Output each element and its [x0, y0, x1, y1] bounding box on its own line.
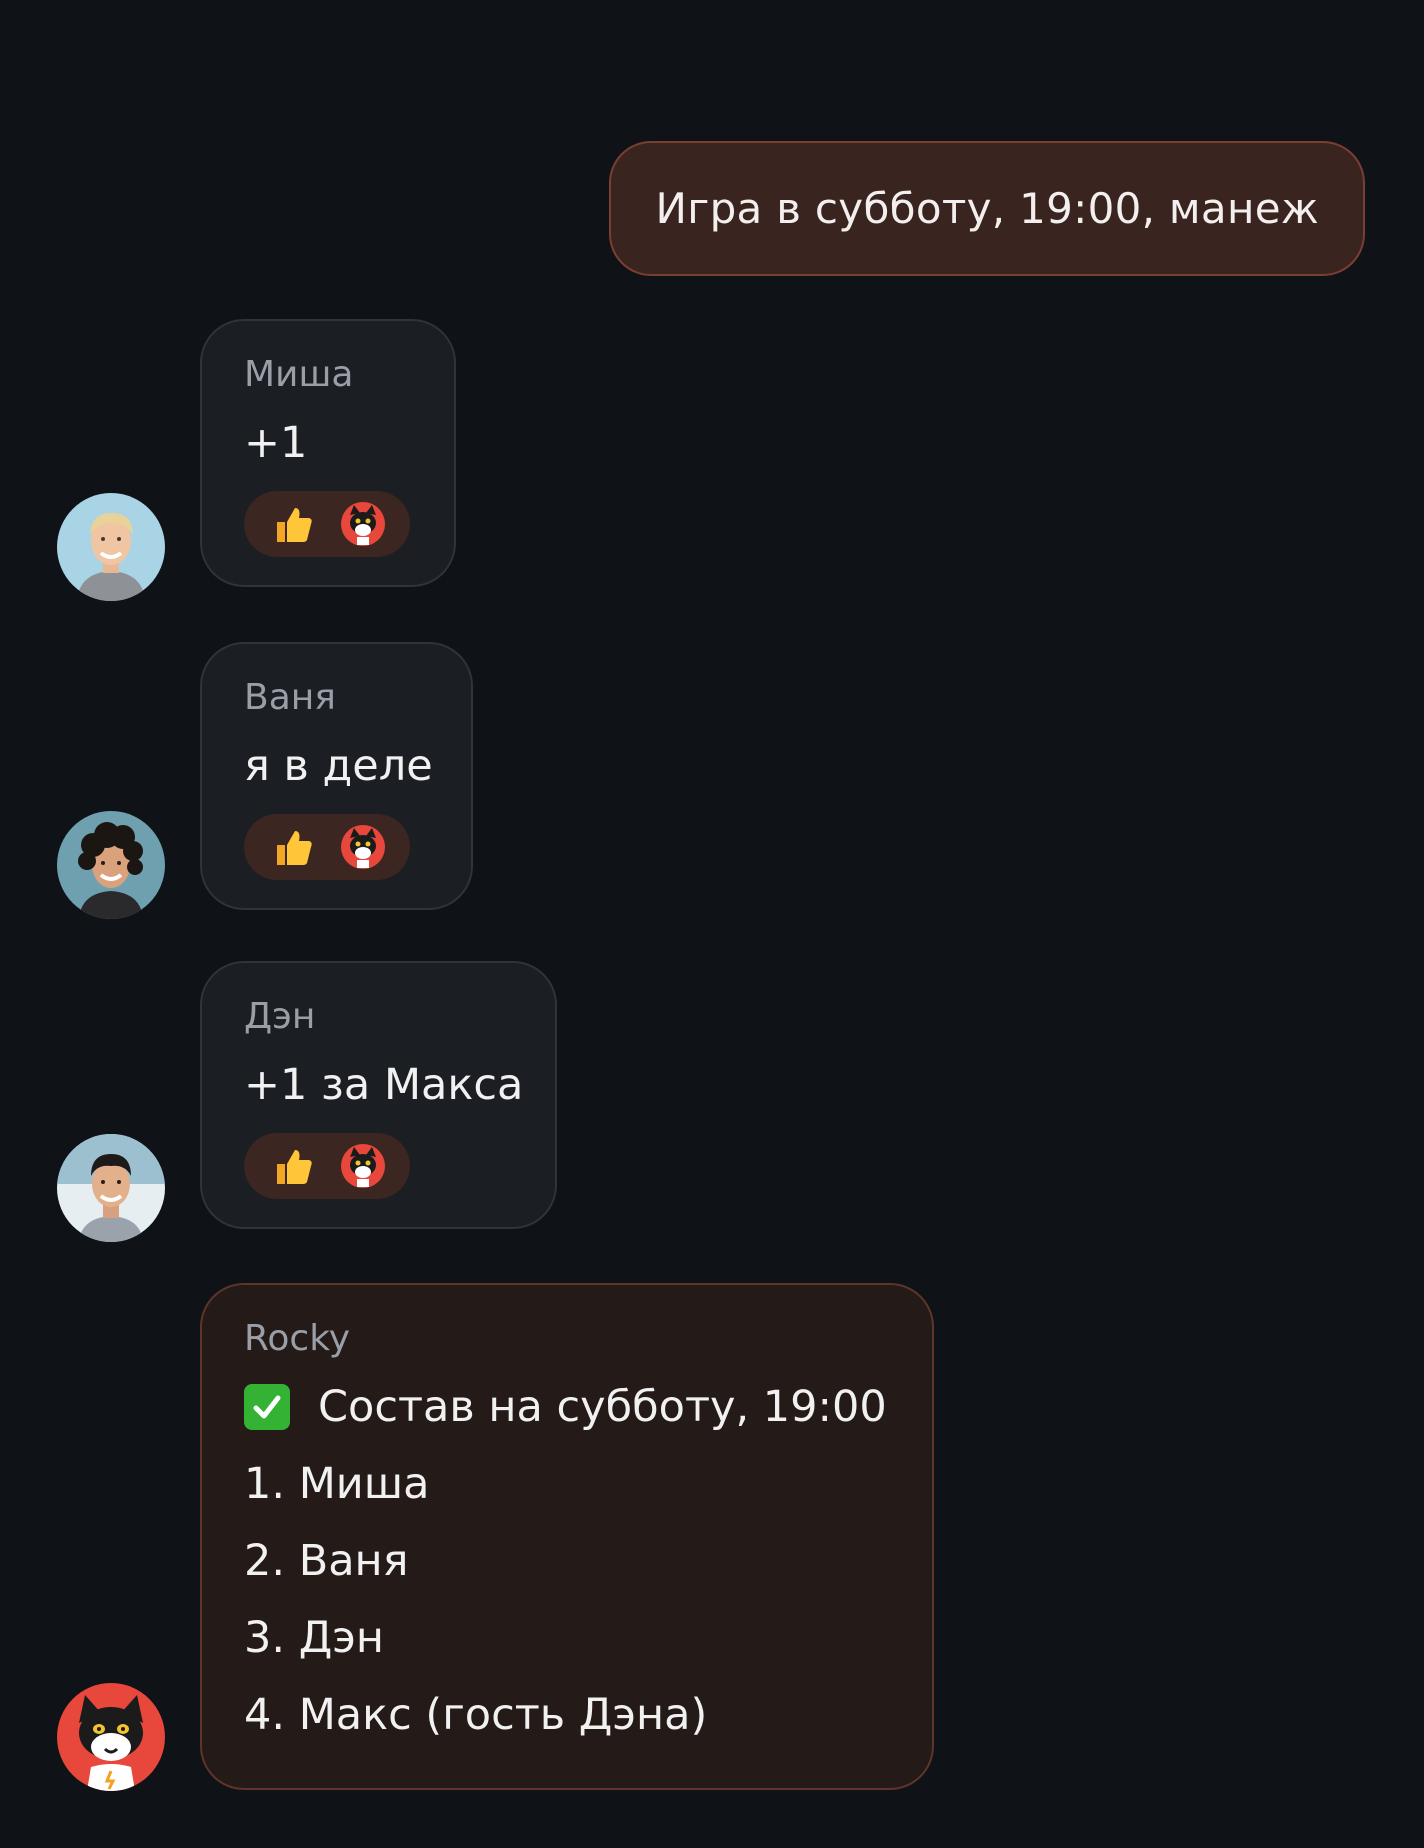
cat-sticker-icon — [341, 502, 385, 546]
sender-name: Ваня — [244, 677, 336, 718]
thumbs-up-reaction[interactable] — [270, 1143, 316, 1189]
chat-thread: Игра в субботу, 19:00, манеж Миша +1 Ван… — [0, 0, 1424, 1848]
cat-sticker-icon — [341, 825, 385, 869]
avatar-misha[interactable] — [57, 493, 165, 601]
sender-name: Дэн — [244, 996, 316, 1037]
thumbs-up-icon — [277, 1150, 312, 1184]
reactions-bar — [244, 491, 410, 557]
thumbs-up-reaction[interactable] — [270, 501, 316, 547]
roster-item: 4. Макс (гость Дэна) — [244, 1690, 708, 1740]
message-text: +1 — [244, 418, 308, 468]
bot-message-body: Состав на субботу, 19:00 1. Миша 2. Ваня… — [244, 1381, 890, 1741]
message-text: +1 за Макса — [244, 1060, 524, 1110]
avatar-vanya[interactable] — [57, 811, 165, 919]
avatar-curly-hair-man-icon — [57, 811, 165, 919]
cat-sticker-reaction[interactable] — [340, 501, 386, 547]
incoming-message-bubble[interactable]: Дэн +1 за Макса — [200, 961, 557, 1229]
incoming-message-bubble[interactable]: Миша +1 — [200, 319, 456, 587]
check-mark-icon — [244, 1384, 290, 1430]
incoming-message-bubble[interactable]: Ваня я в деле — [200, 642, 473, 910]
cat-sticker-reaction[interactable] — [340, 1143, 386, 1189]
avatar-den[interactable] — [57, 1134, 165, 1242]
avatar-cat-bot-icon — [57, 1683, 165, 1791]
bot-message-bubble[interactable]: Rocky Состав на субботу, 19:00 1. Миша 2… — [200, 1283, 934, 1790]
avatar-rocky[interactable] — [57, 1683, 165, 1791]
avatar-dark-hair-man-icon — [57, 1134, 165, 1242]
roster-item: 3. Дэн — [244, 1613, 385, 1663]
cat-sticker-icon — [341, 1144, 385, 1188]
reactions-bar — [244, 1133, 410, 1199]
avatar-blond-man-icon — [57, 493, 165, 601]
thumbs-up-icon — [277, 508, 312, 542]
thumbs-up-icon — [277, 831, 312, 865]
outgoing-message-text: Игра в субботу, 19:00, манеж — [655, 184, 1319, 233]
sender-name: Миша — [244, 354, 354, 395]
cat-sticker-reaction[interactable] — [340, 824, 386, 870]
roster-item: 1. Миша — [244, 1459, 430, 1509]
thumbs-up-reaction[interactable] — [270, 824, 316, 870]
outgoing-message-bubble[interactable]: Игра в субботу, 19:00, манеж — [609, 141, 1365, 276]
message-text: я в деле — [244, 741, 433, 791]
roster-item: 2. Ваня — [244, 1536, 409, 1586]
sender-name: Rocky — [244, 1318, 351, 1359]
reactions-bar — [244, 814, 410, 880]
bot-heading-line: Состав на субботу, 19:00 — [244, 1381, 890, 1433]
bot-heading-text: Состав на субботу, 19:00 — [318, 1382, 887, 1432]
